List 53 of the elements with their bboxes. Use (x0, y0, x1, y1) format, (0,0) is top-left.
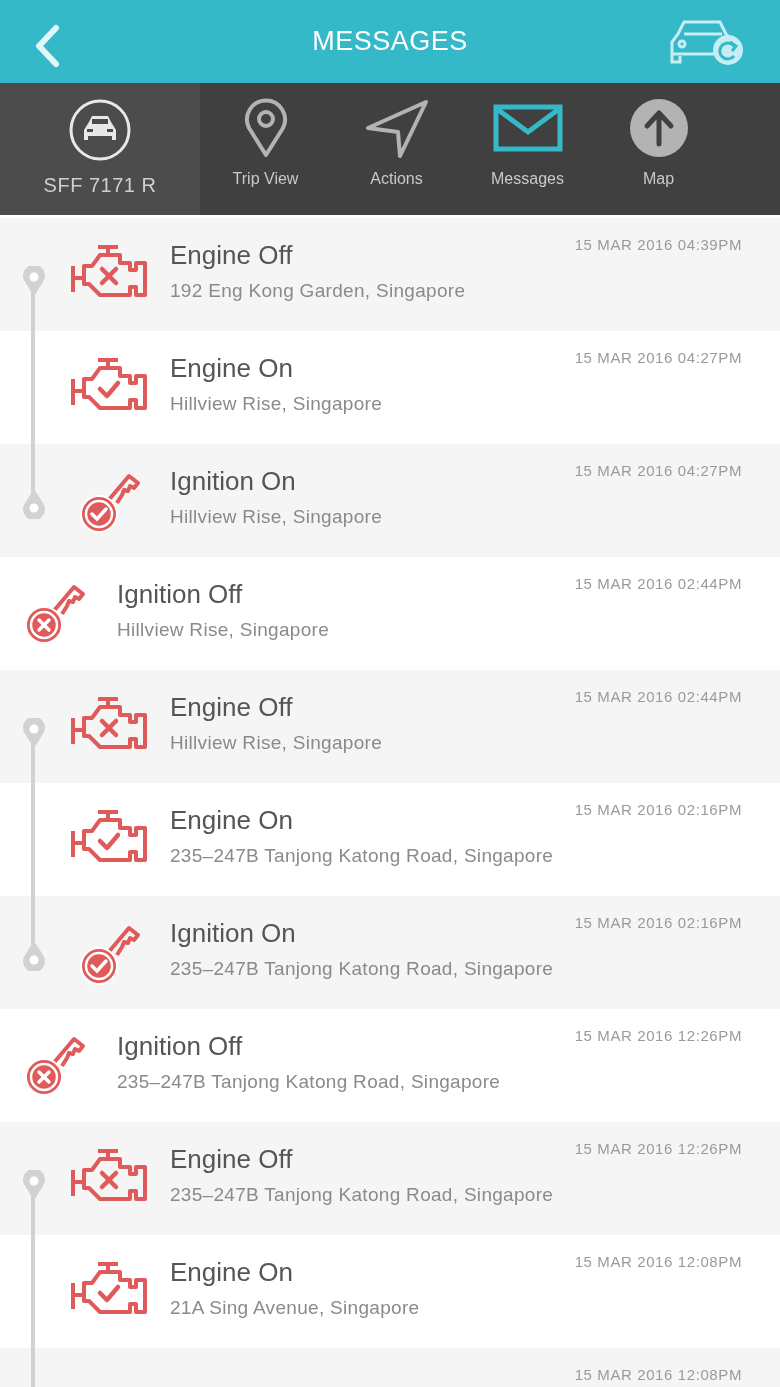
event-time: 15 MAR 2016 12:26PM (574, 1026, 742, 1046)
event-title: Ignition On (170, 466, 297, 498)
event-address: Hillview Rise, Singapore (170, 505, 383, 530)
engine-on-icon (70, 357, 148, 413)
envelope-icon (492, 104, 563, 152)
event-title: Engine Off (170, 240, 294, 272)
event-address: 192 Eng Kong Garden, Singapore (170, 279, 466, 304)
nav-tab[interactable]: Trip View (200, 83, 331, 215)
event-title: Engine On (170, 1257, 294, 1289)
event-title: Engine On (170, 353, 294, 385)
event-time: 15 MAR 2016 12:08PM (574, 1252, 742, 1272)
plate-number: SFF 7171 R (43, 173, 157, 198)
timeline-pin-icon (22, 489, 46, 519)
arrow-up-circle-icon (628, 98, 689, 158)
event-address: Hillview Rise, Singapore (170, 392, 383, 417)
nav-tab[interactable]: Actions (331, 83, 462, 215)
event-title: Engine Off (170, 692, 294, 724)
event-address: 235–247B Tanjong Katong Road, Singapore (170, 1183, 554, 1208)
event-time: 15 MAR 2016 12:08PM (574, 1365, 742, 1385)
event-time: 15 MAR 2016 12:26PM (574, 1139, 742, 1159)
event-time: 15 MAR 2016 02:44PM (574, 574, 742, 594)
event-title: Ignition On (170, 918, 297, 950)
event-title: Engine Off (170, 1144, 294, 1176)
event-address: 235–247B Tanjong Katong Road, Singapore (117, 1070, 501, 1095)
event-title: Engine On (170, 805, 294, 837)
event-address: Hillview Rise, Singapore (170, 731, 383, 756)
navigation-arrow-icon (363, 98, 430, 158)
event-address: Hillview Rise, Singapore (117, 618, 330, 643)
event-address: 235–247B Tanjong Katong Road, Singapore (170, 957, 554, 982)
event-time: 15 MAR 2016 02:16PM (574, 913, 742, 933)
engine-off-icon (70, 244, 148, 300)
page-title: MESSAGES (312, 25, 468, 59)
event-address: 235–247B Tanjong Katong Road, Singapore (170, 844, 554, 869)
event-title: Ignition Off (117, 579, 244, 611)
timeline-pin-icon (22, 266, 46, 296)
event-address: 21A Sing Avenue, Singapore (170, 1296, 420, 1321)
engine-off-icon (70, 1148, 148, 1204)
engine-off-icon (70, 696, 148, 752)
back-icon (34, 24, 60, 68)
nav-tab[interactable]: Messages (462, 83, 593, 215)
event-time: 15 MAR 2016 04:39PM (574, 235, 742, 255)
timeline-pin-icon (22, 941, 46, 971)
timeline-pin-icon (22, 718, 46, 748)
event-time: 15 MAR 2016 02:16PM (574, 800, 742, 820)
event-time: 15 MAR 2016 02:44PM (574, 687, 742, 707)
car-icon (68, 98, 132, 162)
timeline-pin-icon (22, 1170, 46, 1200)
engine-on-icon (70, 809, 148, 865)
event-time: 15 MAR 2016 04:27PM (574, 348, 742, 368)
nav-tab[interactable]: Map (593, 83, 724, 215)
event-title: Ignition Off (117, 1031, 244, 1063)
event-time: 15 MAR 2016 04:27PM (574, 461, 742, 481)
engine-on-icon (70, 1261, 148, 1317)
